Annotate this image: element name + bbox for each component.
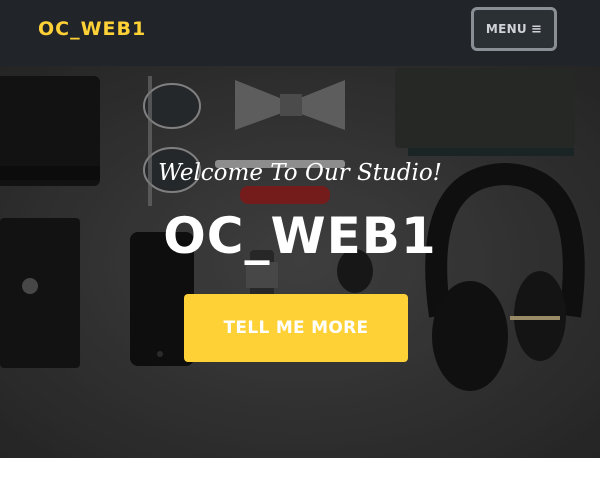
hamburger-icon: ≡ — [530, 21, 543, 37]
brand-logo-link[interactable]: OC_WEB1 — [38, 17, 146, 41]
menu-button[interactable]: MENU ≡ — [471, 7, 557, 51]
hero-lead-text: Welcome To Our Studio! — [158, 160, 442, 186]
navbar: OC_WEB1 MENU ≡ — [0, 0, 600, 66]
page: OC_WEB1 MENU ≡ Welcome To Our Studio! OC… — [0, 0, 600, 481]
menu-label: MENU — [485, 22, 527, 36]
tell-me-more-button[interactable]: TELL ME MORE — [184, 294, 408, 362]
hero-heading: OC_WEB1 — [163, 207, 437, 265]
next-section — [0, 458, 600, 481]
hero-section: Welcome To Our Studio! OC_WEB1 TELL ME M… — [0, 66, 600, 458]
